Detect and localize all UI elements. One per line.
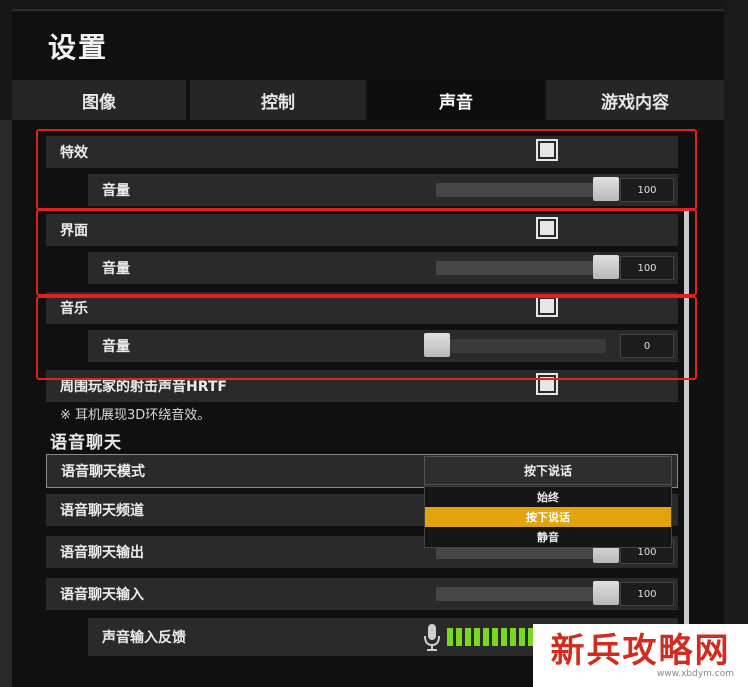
option-always[interactable]: 始终 — [425, 487, 671, 507]
voice-chat-input-label: 语音聊天输入 — [60, 587, 144, 603]
tab-game-content[interactable]: 游戏内容 — [546, 80, 724, 120]
level-bar — [492, 628, 498, 646]
highlight-box-music — [36, 296, 697, 380]
voice-chat-mode-label: 语音聊天模式 — [61, 464, 145, 480]
voice-chat-input-thumb[interactable] — [593, 581, 619, 605]
voice-chat-input-row: 语音聊天输入 100 — [46, 578, 678, 610]
background-strip — [0, 120, 12, 687]
tab-image[interactable]: 图像 — [12, 80, 188, 120]
watermark-logo: 新兵攻略网 www.xbdym.com — [533, 624, 748, 687]
tab-sound[interactable]: 声音 — [368, 80, 546, 120]
level-bar — [519, 628, 525, 646]
voice-feedback-label: 声音输入反馈 — [102, 630, 186, 646]
watermark-text: 新兵攻略网 — [550, 630, 731, 671]
level-bar — [483, 628, 489, 646]
voice-chat-mode-menu: 始终 按下说话 静音 — [424, 486, 672, 548]
level-bar — [474, 628, 480, 646]
voice-chat-input-slider[interactable] — [436, 587, 606, 601]
level-bar — [510, 628, 516, 646]
level-bar — [456, 628, 462, 646]
level-bar — [447, 628, 453, 646]
hrtf-note: ※ 耳机展现3D环绕音效。 — [60, 408, 211, 423]
voice-chat-section-title: 语音聊天 — [50, 433, 122, 453]
level-bar — [465, 628, 471, 646]
level-bar — [501, 628, 507, 646]
tab-controls[interactable]: 控制 — [190, 80, 368, 120]
watermark-url: www.xbdym.com — [656, 668, 734, 679]
top-divider — [12, 9, 724, 11]
option-mute[interactable]: 静音 — [425, 527, 671, 547]
background-strip-right — [724, 0, 748, 687]
tab-bar: 图像 控制 声音 游戏内容 — [12, 80, 724, 120]
voice-chat-input-value[interactable]: 100 — [620, 582, 674, 606]
highlight-box-effects — [36, 129, 697, 210]
highlight-box-interface — [36, 209, 697, 296]
voice-chat-mode-dropdown[interactable]: 按下说话 — [424, 456, 672, 485]
page-title: 设置 — [48, 31, 109, 64]
microphone-icon — [424, 624, 440, 656]
voice-chat-channel-label: 语音聊天频道 — [60, 503, 144, 519]
voice-chat-output-label: 语音聊天输出 — [60, 545, 144, 561]
option-push-to-talk[interactable]: 按下说话 — [425, 507, 671, 527]
